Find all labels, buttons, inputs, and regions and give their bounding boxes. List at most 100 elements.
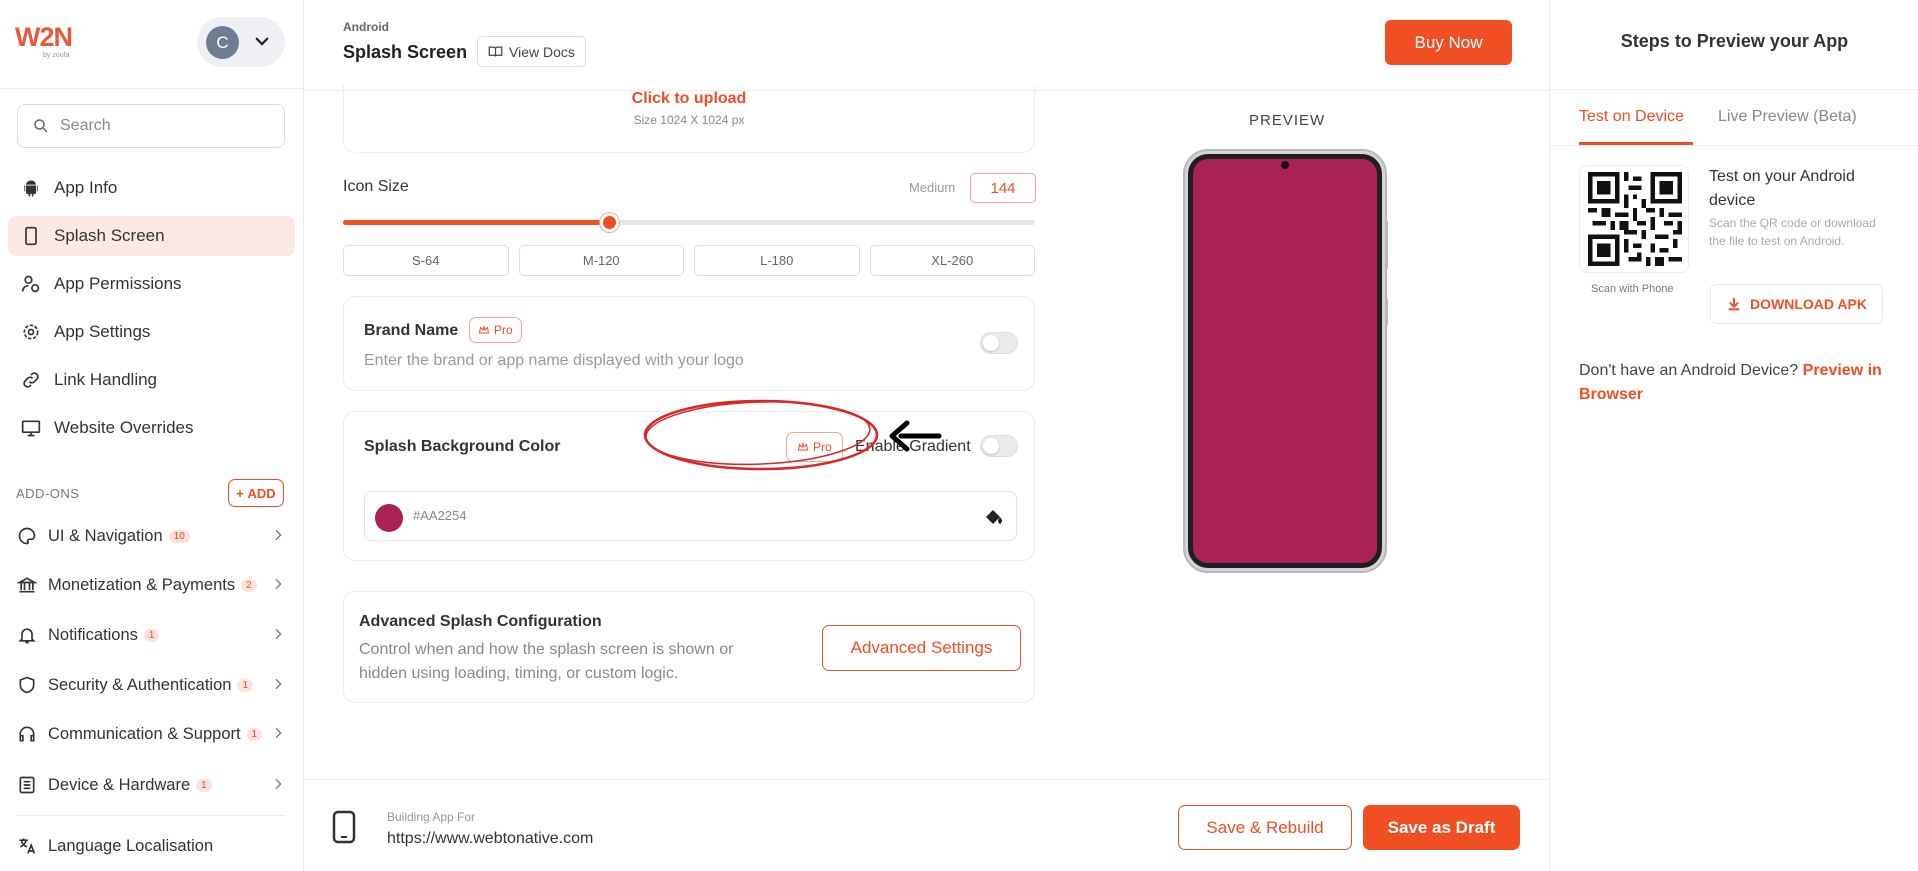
addon-label: Language Localisation <box>48 836 214 855</box>
advanced-settings-button[interactable]: Advanced Settings <box>822 625 1021 671</box>
brand-name-title: Brand Name <box>364 322 459 339</box>
phone-icon <box>20 225 42 247</box>
palette-icon <box>16 525 38 547</box>
addon-label: Security & Authentication <box>48 675 232 694</box>
color-swatch[interactable] <box>375 504 403 532</box>
advanced-title: Advanced Splash Configuration <box>359 613 602 630</box>
sidebar: W2N by zoufa C Search App Info Splash Sc… <box>0 0 304 871</box>
addon-security[interactable]: Security & Authentication 1 <box>16 670 286 700</box>
view-docs-label: View Docs <box>509 43 575 60</box>
upload-cta[interactable]: Click to upload <box>344 90 1034 108</box>
view-docs-button[interactable]: View Docs <box>477 36 586 67</box>
brand-logo[interactable]: W2N by zoufa <box>15 22 77 59</box>
pro-badge[interactable]: Pro <box>469 317 522 343</box>
addon-label: Device & Hardware <box>48 775 191 794</box>
addon-communication[interactable]: Communication & Support 1 <box>16 719 286 749</box>
chevron-right-icon <box>275 778 282 790</box>
sidebar-item-app-info[interactable]: App Info <box>8 168 295 208</box>
slider-thumb[interactable] <box>600 213 620 232</box>
addon-label: Notifications <box>48 625 138 644</box>
icon-upload-dropzone[interactable]: Click to upload Size 1024 X 1024 px <box>343 85 1035 153</box>
sidebar-item-label: App Settings <box>54 322 151 341</box>
building-app-url: https://www.webtonative.com <box>387 830 594 847</box>
hardware-icon <box>16 774 38 796</box>
icon-size-slider[interactable] <box>343 213 1035 232</box>
brand-name-input[interactable]: Enter the brand or app name displayed wi… <box>364 352 744 370</box>
addon-notifications[interactable]: Notifications 1 <box>16 620 286 650</box>
chevron-down-icon <box>255 37 269 46</box>
splash-color-field[interactable]: #AA2254 <box>364 491 1017 541</box>
monitor-icon <box>20 417 42 439</box>
add-label: ADD <box>247 485 276 501</box>
page-header: Android Splash Screen View Docs Buy Now <box>304 0 1549 91</box>
sidebar-item-link-handling[interactable]: Link Handling <box>8 360 295 400</box>
slider-fill <box>343 220 610 225</box>
user-menu[interactable]: C <box>197 17 285 67</box>
highlight-circle-annotation <box>643 399 879 471</box>
logo-mark: W2N <box>15 22 73 52</box>
add-addon-button[interactable]: + ADD <box>228 479 284 507</box>
sidebar-item-website-overrides[interactable]: Website Overrides <box>8 408 295 448</box>
sidebar-item-app-permissions[interactable]: App Permissions <box>8 264 295 304</box>
search-placeholder: Search <box>60 117 111 134</box>
active-tab-indicator <box>1579 142 1693 145</box>
chevron-right-icon <box>275 628 282 640</box>
save-draft-button[interactable]: Save as Draft <box>1363 805 1520 850</box>
headset-icon <box>16 723 38 745</box>
panel-title: Steps to Preview your App <box>1620 31 1849 51</box>
download-apk-button[interactable]: DOWNLOAD APK <box>1710 284 1883 324</box>
divider <box>16 815 286 816</box>
sidebar-item-app-settings[interactable]: App Settings <box>8 312 295 352</box>
building-app-label: Building App For <box>387 810 476 824</box>
sidebar-item-label: App Permissions <box>54 274 182 293</box>
addon-label: Communication & Support <box>48 724 241 743</box>
enable-gradient-toggle[interactable] <box>980 435 1018 457</box>
preset-xl-260[interactable]: XL-260 <box>869 245 1035 276</box>
preset-l-180[interactable]: L-180 <box>694 245 860 276</box>
sidebar-item-label: Link Handling <box>54 370 158 389</box>
advanced-splash-card: Advanced Splash Configuration Control wh… <box>343 591 1035 703</box>
brand-name-toggle[interactable] <box>980 332 1018 354</box>
download-label: DOWNLOAD APK <box>1750 296 1867 312</box>
phone-icon <box>332 810 356 844</box>
icon-size-input[interactable]: 144 <box>970 173 1036 203</box>
brand-name-card: Brand Name Pro Enter the brand or app na… <box>343 296 1035 391</box>
translate-icon <box>16 835 38 857</box>
search-input[interactable]: Search <box>17 104 285 148</box>
advanced-description: Control when and how the splash screen i… <box>359 641 734 682</box>
buy-now-button[interactable]: Buy Now <box>1385 20 1512 65</box>
tab-test-on-device[interactable]: Test on Device <box>1579 108 1684 126</box>
page-title: Splash Screen <box>343 42 468 62</box>
chevron-right-icon <box>275 678 282 690</box>
sidebar-item-splash-screen[interactable]: Splash Screen <box>8 216 295 256</box>
addon-device-hardware[interactable]: Device & Hardware 1 <box>16 770 286 800</box>
preset-s-64[interactable]: S-64 <box>343 245 509 276</box>
qr-code-image <box>1588 172 1682 266</box>
count-badge: 10 <box>168 529 190 543</box>
chevron-right-icon <box>275 727 282 739</box>
count-badge: 1 <box>237 678 254 692</box>
pro-label: Pro <box>494 323 513 337</box>
preview-label: PREVIEW <box>1249 112 1326 129</box>
icon-size-level: Medium <box>909 180 956 195</box>
chevron-right-icon <box>275 578 282 590</box>
phone-preview <box>1183 149 1388 573</box>
paint-bucket-icon[interactable] <box>982 505 1006 529</box>
book-icon <box>488 46 503 57</box>
tab-live-preview[interactable]: Live Preview (Beta) <box>1718 108 1857 126</box>
addon-monetization[interactable]: Monetization & Payments 2 <box>16 570 286 600</box>
upload-size-hint: Size 1024 X 1024 px <box>633 113 745 127</box>
preset-m-120[interactable]: M-120 <box>518 245 684 276</box>
count-badge: 1 <box>196 778 212 792</box>
search-icon <box>34 119 48 133</box>
qr-code <box>1579 165 1689 273</box>
link-icon <box>20 369 42 391</box>
addon-ui-navigation[interactable]: UI & Navigation 10 <box>16 521 286 551</box>
chevron-right-icon <box>275 529 282 541</box>
divider <box>1550 89 1918 90</box>
save-rebuild-button[interactable]: Save & Rebuild <box>1178 805 1352 850</box>
addon-language[interactable]: Language Localisation <box>16 831 286 861</box>
preview-tabs: Test on Device Live Preview (Beta) <box>1550 94 1918 146</box>
color-hex-value[interactable]: #AA2254 <box>413 508 467 523</box>
addon-label: UI & Navigation <box>48 526 163 545</box>
